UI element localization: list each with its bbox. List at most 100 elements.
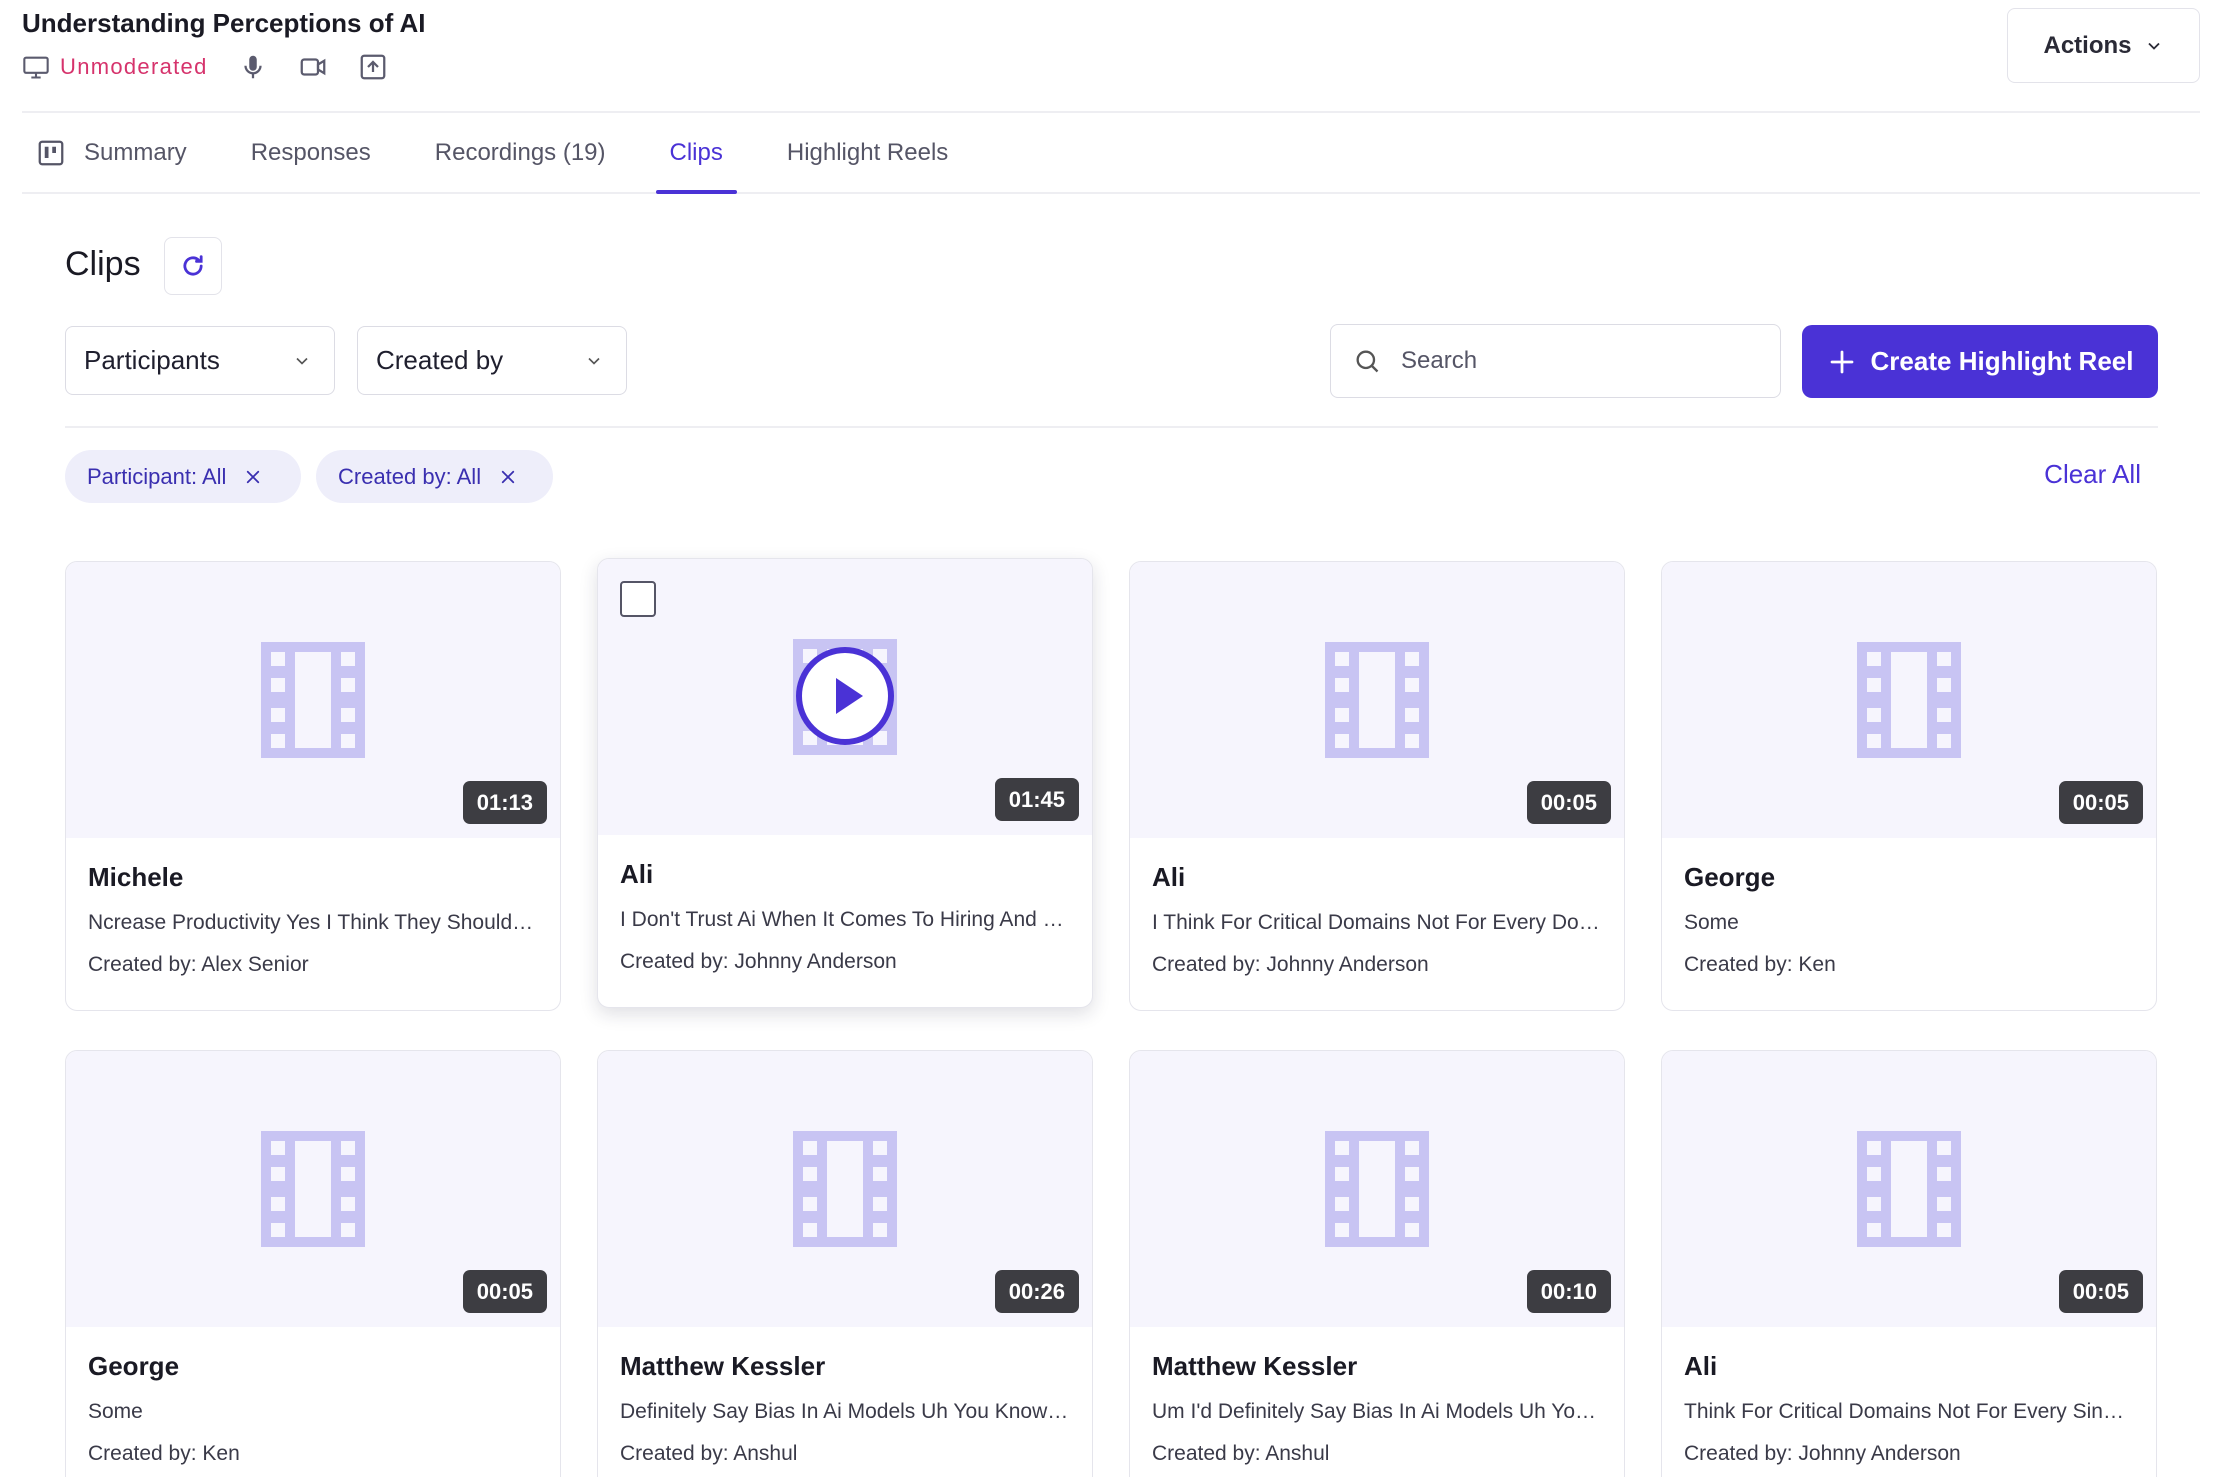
tab-responses[interactable]: Responses <box>237 114 385 192</box>
clip-card[interactable]: 00:26 Matthew Kessler Definitely Say Bia… <box>597 1050 1093 1477</box>
duration-badge: 00:05 <box>462 1270 547 1313</box>
refresh-icon <box>183 255 203 276</box>
clip-card[interactable]: 00:05 George Some Created by: Ken <box>1661 561 2157 1011</box>
create-highlight-reel-button[interactable]: Create Highlight Reel <box>1802 325 2158 398</box>
tab-summary[interactable]: Summary <box>22 114 201 192</box>
tab-bar: Summary Responses Recordings (19) Clips … <box>22 114 2200 194</box>
chip-label: Participant: All <box>87 463 227 489</box>
clip-card[interactable]: 01:45 Ali I Don't Trust Ai When It Comes… <box>597 558 1093 1008</box>
tab-label: Summary <box>84 139 187 166</box>
clip-description: I Don't Trust Ai When It Comes To Hiring… <box>620 908 1070 931</box>
select-checkbox[interactable] <box>620 581 656 617</box>
create-highlight-reel-label: Create Highlight Reel <box>1870 346 2134 376</box>
tab-recordings[interactable]: Recordings (19) <box>421 114 620 192</box>
duration-badge: 00:05 <box>2058 1270 2143 1313</box>
created-by-dropdown-label: Created by <box>376 345 504 375</box>
clip-participant-name: Ali <box>1152 862 1186 892</box>
clip-thumbnail[interactable]: 01:45 <box>598 559 1092 835</box>
clip-creator: Created by: Ken <box>1684 953 1836 976</box>
clip-description: Ncrease Productivity Yes I Think They Sh… <box>88 911 538 934</box>
clip-thumbnail[interactable]: 00:10 <box>1130 1051 1624 1327</box>
film-icon <box>793 1131 897 1247</box>
clip-creator: Created by: Johnny Anderson <box>1152 953 1429 976</box>
plus-icon <box>1830 350 1853 373</box>
clip-thumbnail[interactable]: 00:05 <box>1662 1051 2156 1327</box>
clip-participant-name: Michele <box>88 862 184 892</box>
duration-badge: 00:10 <box>1526 1270 1611 1313</box>
clip-creator: Created by: Ken <box>88 1442 240 1465</box>
duration-badge: 01:13 <box>462 781 547 824</box>
tab-clips[interactable]: Clips <box>655 114 738 194</box>
refresh-button[interactable] <box>164 237 222 295</box>
clip-card[interactable]: 00:10 Matthew Kessler Um I'd Definitely … <box>1129 1050 1625 1477</box>
search-box <box>1330 324 1781 398</box>
film-icon <box>1857 1131 1961 1247</box>
film-icon <box>1325 642 1429 758</box>
clip-thumbnail[interactable]: 00:05 <box>1130 562 1624 838</box>
tab-label: Clips <box>669 139 723 166</box>
film-icon <box>261 642 365 758</box>
actions-button[interactable]: Actions <box>2007 8 2200 83</box>
clip-thumbnail[interactable]: 01:13 <box>66 562 560 838</box>
clip-creator: Created by: Anshul <box>1152 1442 1330 1465</box>
created-by-filter-chip: Created by: All <box>316 450 553 503</box>
participants-dropdown[interactable]: Participants <box>65 326 335 395</box>
page-header: Understanding Perceptions of AI Unmodera… <box>22 0 2200 113</box>
clip-participant-name: Matthew Kessler <box>620 1351 826 1381</box>
clip-creator: Created by: Johnny Anderson <box>620 950 897 973</box>
moderation-mode: Unmoderated <box>60 54 208 79</box>
clip-creator: Created by: Alex Senior <box>88 953 309 976</box>
chevron-down-icon <box>588 357 600 365</box>
clear-all-link[interactable]: Clear All <box>2044 459 2141 490</box>
duration-badge: 00:26 <box>994 1270 1079 1313</box>
clip-creator: Created by: Anshul <box>620 1442 798 1465</box>
participant-filter-chip: Participant: All <box>65 450 301 503</box>
duration-badge: 00:05 <box>2058 781 2143 824</box>
chip-label: Created by: All <box>338 463 482 489</box>
tab-label: Responses <box>250 139 371 166</box>
created-by-dropdown[interactable]: Created by <box>357 326 627 395</box>
close-icon[interactable] <box>499 468 517 486</box>
clip-participant-name: Ali <box>1684 1351 1718 1381</box>
microphone-icon <box>243 55 262 79</box>
search-icon <box>1356 350 1379 373</box>
clip-card[interactable]: 00:05 George Some Created by: Ken <box>65 1050 561 1477</box>
film-icon <box>1325 1131 1429 1247</box>
close-icon[interactable] <box>244 468 262 486</box>
tab-label: Highlight Reels <box>786 139 949 166</box>
section-title: Clips <box>65 245 141 283</box>
page-title: Understanding Perceptions of AI <box>22 8 426 38</box>
clip-card[interactable]: 00:05 Ali I Think For Critical Domains N… <box>1129 561 1625 1011</box>
clip-thumbnail[interactable]: 00:05 <box>1662 562 2156 838</box>
clip-card[interactable]: 01:13 Michele Ncrease Productivity Yes I… <box>65 561 561 1011</box>
divider <box>65 426 2158 428</box>
board-icon <box>38 140 64 166</box>
study-meta: Unmoderated <box>22 52 388 82</box>
clip-description: Some <box>88 1400 143 1423</box>
clip-description: Think For Critical Domains Not For Every… <box>1684 1400 2134 1423</box>
clip-participant-name: George <box>1684 862 1776 892</box>
participants-dropdown-label: Participants <box>84 345 220 375</box>
film-icon <box>261 1131 365 1247</box>
clip-participant-name: Ali <box>620 859 654 889</box>
search-input[interactable] <box>1401 347 1761 375</box>
actions-label: Actions <box>2043 31 2132 59</box>
play-icon[interactable] <box>795 646 895 746</box>
video-camera-icon <box>300 58 325 76</box>
monitor-icon <box>23 56 49 79</box>
clip-description: Definitely Say Bias In Ai Models Uh You … <box>620 1400 1070 1423</box>
chevron-down-icon <box>296 357 308 365</box>
clip-description: Some <box>1684 911 1739 934</box>
screen-share-icon <box>360 54 385 80</box>
clip-thumbnail[interactable]: 00:26 <box>598 1051 1092 1327</box>
clip-thumbnail[interactable]: 00:05 <box>66 1051 560 1327</box>
clip-description: I Think For Critical Domains Not For Eve… <box>1152 911 1602 934</box>
duration-badge: 01:45 <box>994 778 1079 821</box>
tab-highlight-reels[interactable]: Highlight Reels <box>773 114 962 192</box>
tab-label: Recordings (19) <box>434 139 606 166</box>
clip-participant-name: George <box>88 1351 180 1381</box>
clip-description: Um I'd Definitely Say Bias In Ai Models … <box>1152 1400 1602 1423</box>
film-icon <box>1857 642 1961 758</box>
clip-card[interactable]: 00:05 Ali Think For Critical Domains Not… <box>1661 1050 2157 1477</box>
duration-badge: 00:05 <box>1526 781 1611 824</box>
